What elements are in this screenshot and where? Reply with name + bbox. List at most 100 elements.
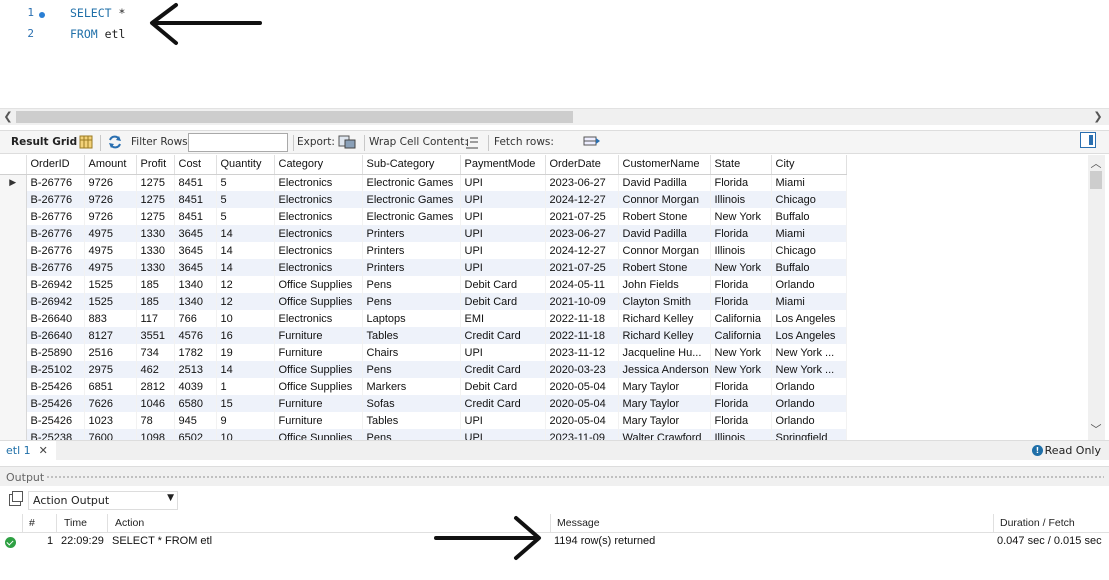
table-cell[interactable]: 2021-10-09 bbox=[545, 293, 619, 310]
table-cell[interactable]: Richard Kelley bbox=[618, 310, 711, 327]
table-cell[interactable]: Electronics bbox=[274, 174, 363, 191]
table-cell[interactable]: 14 bbox=[216, 225, 275, 242]
table-cell[interactable]: Pens bbox=[362, 429, 461, 440]
sql-editor[interactable]: 1 SELECT * 2 FROM etl bbox=[0, 0, 1109, 110]
table-cell[interactable]: 2021-07-25 bbox=[545, 208, 619, 225]
table-cell[interactable]: 5 bbox=[216, 208, 275, 225]
table-cell[interactable]: Office Supplies bbox=[274, 361, 363, 378]
table-cell[interactable]: 8451 bbox=[174, 191, 217, 208]
table-row[interactable]: B-26640 883 117 766 10 Electronics Laptops EMI 2… bbox=[0, 310, 847, 327]
table-cell[interactable]: Furniture bbox=[274, 327, 363, 344]
table-cell[interactable]: 6580 bbox=[174, 395, 217, 412]
editor-line-2[interactable]: 2 FROM etl bbox=[0, 27, 600, 47]
row-selector[interactable] bbox=[0, 225, 27, 242]
table-cell[interactable]: New York bbox=[710, 208, 772, 225]
column-header[interactable]: PaymentMode bbox=[460, 155, 546, 175]
table-cell[interactable]: Electronics bbox=[274, 310, 363, 327]
table-cell[interactable]: Miami bbox=[771, 225, 847, 242]
table-cell[interactable]: B-25426 bbox=[26, 412, 85, 429]
row-selector[interactable]: ▶ bbox=[0, 174, 27, 191]
table-cell[interactable]: Electronics bbox=[274, 259, 363, 276]
table-cell[interactable]: 734 bbox=[136, 344, 175, 361]
fetch-rows-icon[interactable] bbox=[583, 135, 601, 149]
table-cell[interactable]: 2024-05-11 bbox=[545, 276, 619, 293]
scroll-left-icon[interactable]: ❮ bbox=[1, 110, 15, 123]
row-selector[interactable] bbox=[0, 429, 27, 440]
table-cell[interactable]: Illinois bbox=[710, 429, 772, 440]
table-cell[interactable]: Florida bbox=[710, 225, 772, 242]
table-cell[interactable]: Debit Card bbox=[460, 276, 546, 293]
toggle-side-panel-icon[interactable] bbox=[1080, 132, 1096, 148]
table-cell[interactable]: Electronic Games bbox=[362, 208, 461, 225]
table-cell[interactable]: Mary Taylor bbox=[618, 378, 711, 395]
table-cell[interactable]: Mary Taylor bbox=[618, 412, 711, 429]
table-cell[interactable]: Jacqueline Hu... bbox=[618, 344, 711, 361]
result-grid-button[interactable]: Result Grid bbox=[11, 136, 77, 148]
table-cell[interactable]: 9726 bbox=[84, 191, 137, 208]
table-cell[interactable]: Office Supplies bbox=[274, 276, 363, 293]
table-cell[interactable]: 2020-03-23 bbox=[545, 361, 619, 378]
column-header[interactable]: Sub-Category bbox=[362, 155, 461, 175]
table-cell[interactable]: Printers bbox=[362, 242, 461, 259]
table-cell[interactable]: 185 bbox=[136, 276, 175, 293]
table-cell[interactable]: 2020-05-04 bbox=[545, 378, 619, 395]
table-cell[interactable]: Orlando bbox=[771, 378, 847, 395]
table-cell[interactable]: Illinois bbox=[710, 242, 772, 259]
row-selector[interactable] bbox=[0, 276, 27, 293]
table-cell[interactable]: 8451 bbox=[174, 208, 217, 225]
table-cell[interactable]: B-26942 bbox=[26, 293, 85, 310]
scroll-down-icon[interactable]: ﹀ bbox=[1089, 421, 1103, 437]
table-cell[interactable]: David Padilla bbox=[618, 225, 711, 242]
table-cell[interactable]: 15 bbox=[216, 395, 275, 412]
table-cell[interactable]: 1525 bbox=[84, 293, 137, 310]
table-cell[interactable]: Credit Card bbox=[460, 327, 546, 344]
table-cell[interactable]: 1275 bbox=[136, 191, 175, 208]
table-cell[interactable]: 1023 bbox=[84, 412, 137, 429]
table-cell[interactable]: 4975 bbox=[84, 259, 137, 276]
column-header[interactable]: City bbox=[771, 155, 847, 175]
table-cell[interactable]: B-26640 bbox=[26, 327, 85, 344]
refresh-icon[interactable] bbox=[107, 135, 123, 149]
table-cell[interactable]: Electronic Games bbox=[362, 174, 461, 191]
table-cell[interactable]: 6851 bbox=[84, 378, 137, 395]
table-row[interactable]: B-26776 4975 1330 3645 14 Electronics Printers… bbox=[0, 242, 847, 259]
table-cell[interactable]: B-25238 bbox=[26, 429, 85, 440]
table-cell[interactable]: Electronics bbox=[274, 191, 363, 208]
table-row[interactable]: B-26776 4975 1330 3645 14 Electronics Printers… bbox=[0, 259, 847, 276]
table-cell[interactable]: Furniture bbox=[274, 395, 363, 412]
scrollbar-thumb[interactable] bbox=[16, 111, 573, 123]
table-cell[interactable]: Orlando bbox=[771, 412, 847, 429]
table-cell[interactable]: Orlando bbox=[771, 395, 847, 412]
table-cell[interactable]: 2513 bbox=[174, 361, 217, 378]
table-cell[interactable]: Clayton Smith bbox=[618, 293, 711, 310]
table-cell[interactable]: 2024-12-27 bbox=[545, 242, 619, 259]
table-cell[interactable]: 9726 bbox=[84, 174, 137, 191]
table-cell[interactable]: California bbox=[710, 327, 772, 344]
table-cell[interactable]: Connor Morgan bbox=[618, 191, 711, 208]
tab-etl-1[interactable]: etl 1 ✕ bbox=[0, 441, 56, 461]
table-row[interactable]: B-25426 7626 1046 6580 15 Furniture Sofas Credi… bbox=[0, 395, 847, 412]
table-cell[interactable]: UPI bbox=[460, 344, 546, 361]
grid-view-icon[interactable] bbox=[79, 135, 93, 149]
table-cell[interactable]: 8127 bbox=[84, 327, 137, 344]
table-cell[interactable]: 2023-06-27 bbox=[545, 225, 619, 242]
table-cell[interactable]: 2516 bbox=[84, 344, 137, 361]
table-cell[interactable]: Tables bbox=[362, 412, 461, 429]
table-cell[interactable]: B-25102 bbox=[26, 361, 85, 378]
row-selector[interactable] bbox=[0, 208, 27, 225]
table-cell[interactable]: New York ... bbox=[771, 361, 847, 378]
table-cell[interactable]: 2020-05-04 bbox=[545, 395, 619, 412]
table-cell[interactable]: 7600 bbox=[84, 429, 137, 440]
table-cell[interactable]: 3645 bbox=[174, 242, 217, 259]
table-cell[interactable]: 1340 bbox=[174, 293, 217, 310]
table-cell[interactable]: Illinois bbox=[710, 191, 772, 208]
table-row[interactable]: B-25426 6851 2812 4039 1 Office Supplies Marke… bbox=[0, 378, 847, 395]
table-cell[interactable]: 4039 bbox=[174, 378, 217, 395]
table-cell[interactable]: 883 bbox=[84, 310, 137, 327]
table-cell[interactable]: Miami bbox=[771, 293, 847, 310]
scroll-up-icon[interactable]: ︿ bbox=[1089, 155, 1103, 171]
scroll-right-icon[interactable]: ❯ bbox=[1091, 110, 1105, 123]
table-cell[interactable]: 9726 bbox=[84, 208, 137, 225]
table-cell[interactable]: 14 bbox=[216, 259, 275, 276]
column-header[interactable]: Cost bbox=[174, 155, 217, 175]
